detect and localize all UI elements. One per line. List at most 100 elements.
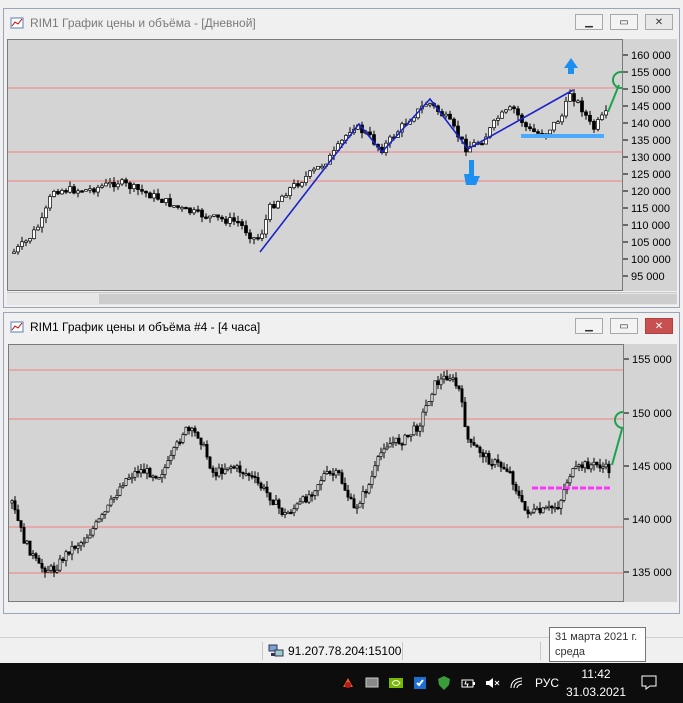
target-circle — [612, 71, 630, 89]
candle-body — [157, 477, 161, 480]
4h-price-chart[interactable] — [8, 344, 643, 602]
candle-body — [92, 188, 96, 193]
candle-body — [508, 106, 512, 111]
candle-body — [442, 375, 446, 380]
close-button[interactable]: ✕ — [645, 318, 673, 334]
candle-body — [58, 558, 62, 571]
monitor-tray-icon[interactable] — [364, 675, 380, 691]
scrollbar-thumb[interactable] — [99, 294, 677, 304]
price-tick-label: 150 000 — [631, 84, 671, 96]
candle-body — [73, 545, 77, 549]
candle-body — [196, 209, 200, 212]
candle-body — [304, 176, 308, 183]
candle-body — [82, 541, 86, 545]
chart-window-daily[interactable]: RIM1 График цены и объёма - [Дневной] ▁ … — [3, 8, 680, 308]
close-button[interactable]: ✕ — [645, 14, 673, 30]
trend-line — [259, 89, 574, 253]
candle-body — [361, 491, 365, 504]
candle-body — [72, 186, 76, 194]
status-separator — [540, 642, 541, 660]
security-icon[interactable] — [412, 675, 428, 691]
candle-body — [412, 425, 416, 436]
network-connection-icon — [268, 644, 284, 657]
candle-body — [144, 190, 148, 194]
language-indicator[interactable]: РУС — [535, 676, 559, 690]
price-tick-label: 110 000 — [631, 220, 670, 232]
daily-chart-scrollbar[interactable] — [7, 292, 677, 305]
candle-body — [148, 192, 152, 199]
minimize-button[interactable]: ▁ — [575, 318, 603, 334]
4h-price-axis: 155 000 150 000 145 000 140 000 135 000 — [624, 344, 677, 602]
candle-body — [91, 528, 95, 536]
clock-date: 31.03.2021 — [565, 685, 627, 699]
candle-body — [576, 100, 580, 103]
candle-body — [337, 470, 341, 474]
pointer-down-icon — [464, 160, 480, 185]
notifications-icon[interactable] — [640, 673, 658, 691]
candle-body — [492, 119, 496, 129]
candle-body — [127, 477, 131, 480]
candle-body — [184, 426, 188, 435]
candle-body — [256, 477, 260, 484]
candle-body — [301, 496, 305, 503]
maximize-button[interactable]: ▭ — [610, 14, 638, 30]
candle-body — [532, 128, 536, 133]
nvidia-icon[interactable] — [388, 675, 404, 691]
candle-body — [106, 504, 110, 513]
chart-window-4h[interactable]: RIM1 График цены и объёма #4 - [4 часа] … — [3, 312, 680, 614]
candle-body — [460, 388, 464, 403]
candle-body — [340, 139, 344, 145]
maximize-button[interactable]: ▭ — [610, 318, 638, 334]
candle-body — [68, 186, 72, 193]
minimize-button[interactable]: ▁ — [575, 14, 603, 30]
candle-body — [124, 478, 128, 486]
chart-app-icon — [10, 321, 24, 332]
candle-body — [496, 117, 500, 121]
candle-body — [508, 471, 512, 474]
candle-body — [316, 166, 320, 170]
candle-body — [24, 240, 28, 243]
date-tooltip: 31 марта 2021 г. среда — [549, 627, 646, 662]
price-tick-label: 160 000 — [631, 50, 671, 62]
candle-body — [256, 237, 260, 240]
candle-body — [368, 131, 372, 135]
candle-body — [358, 503, 362, 508]
window-title: RIM1 График цены и объёма #4 - [4 часа] — [30, 319, 261, 334]
candle-body — [241, 472, 245, 475]
candle-body — [444, 113, 448, 117]
candle-body — [268, 204, 272, 220]
candle-body — [424, 405, 428, 413]
candle-body — [112, 181, 116, 188]
candle-body — [88, 534, 92, 539]
candle-body — [151, 475, 155, 478]
candle-body — [289, 511, 293, 515]
candle-body — [454, 377, 458, 387]
candle-body — [523, 501, 527, 511]
system-clock[interactable]: 11:42 31.03.2021 — [565, 665, 627, 701]
candle-body — [433, 380, 437, 395]
candle-body — [224, 218, 228, 224]
candle-body — [607, 463, 611, 474]
candle-body — [427, 401, 431, 407]
candle-body — [262, 486, 266, 489]
candle-body — [252, 237, 256, 240]
target-line — [607, 84, 620, 113]
candle-body — [481, 452, 485, 458]
battery-plug-icon[interactable] — [460, 675, 476, 691]
candle-body — [130, 476, 134, 480]
candle-body — [504, 109, 508, 113]
candle-body — [154, 475, 158, 479]
candle-body — [175, 441, 179, 448]
candle-body — [568, 476, 572, 484]
speaker-muted-icon[interactable] — [484, 675, 500, 691]
shield-icon[interactable] — [436, 675, 452, 691]
candle-body — [406, 434, 410, 437]
wifi-icon[interactable] — [509, 675, 525, 691]
connection-status[interactable]: 91.207.78.204:15100 — [268, 644, 401, 658]
candle-body — [88, 188, 92, 191]
candle-body — [200, 209, 204, 218]
daily-price-chart[interactable] — [7, 39, 630, 291]
candle-body — [452, 118, 456, 127]
app-tray-icon[interactable] — [340, 675, 356, 691]
candle-body — [596, 119, 600, 130]
